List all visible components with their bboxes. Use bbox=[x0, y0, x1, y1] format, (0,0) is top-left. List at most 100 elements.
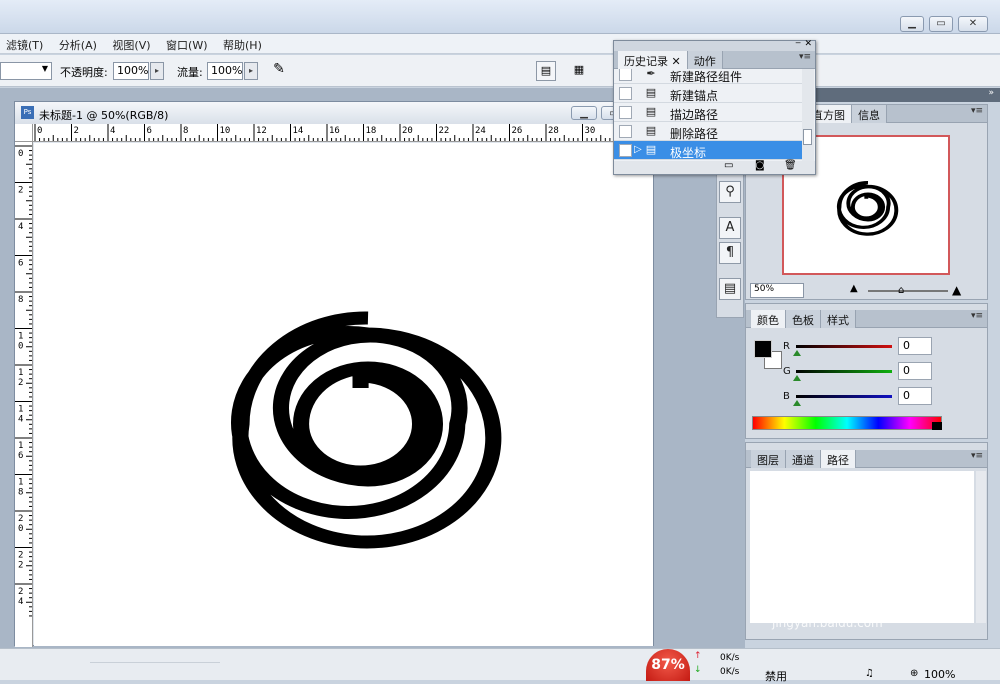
tab-paths[interactable]: 路径 bbox=[821, 450, 856, 468]
history-scrollbar[interactable] bbox=[802, 69, 814, 161]
ruler-left-label: 2 bbox=[18, 587, 23, 597]
options-bar: ▼ 不透明度: 100% ▸ 流量: 100% ▸ ✎ ▤ ▦ bbox=[0, 55, 1000, 87]
ruler-left-label: 1 bbox=[18, 478, 23, 488]
new-document-from-state-icon[interactable]: ▭ bbox=[724, 160, 733, 171]
history-snapshot-checkbox[interactable] bbox=[619, 106, 632, 119]
history-item[interactable]: ▤ 删除路径 bbox=[614, 122, 802, 141]
maximize-button[interactable]: ▭ bbox=[929, 16, 953, 32]
panel-menu-icon[interactable]: ▾≡ bbox=[799, 52, 811, 62]
status-zoom[interactable]: 100% bbox=[924, 668, 955, 681]
tab-layers[interactable]: 图层 bbox=[751, 450, 786, 468]
color-spectrum-ramp[interactable] bbox=[752, 416, 942, 430]
tab-actions[interactable]: 动作 bbox=[687, 51, 723, 69]
foreground-color-swatch[interactable] bbox=[754, 340, 772, 358]
history-state-icon: ▤ bbox=[645, 105, 657, 118]
tab-swatches[interactable]: 色板 bbox=[786, 310, 821, 328]
history-snapshot-checkbox[interactable] bbox=[619, 125, 632, 138]
collapse-dock-icon[interactable]: » bbox=[988, 88, 994, 98]
channel-b-slider[interactable] bbox=[796, 395, 892, 398]
close-button[interactable]: ✕ bbox=[958, 16, 988, 32]
history-item[interactable]: ▤ 描边路径 bbox=[614, 103, 802, 122]
channel-r-handle[interactable] bbox=[793, 350, 801, 356]
trash-icon[interactable]: 🗑 bbox=[784, 160, 797, 171]
history-item[interactable]: ✒ 新建路径组件 bbox=[614, 69, 802, 84]
flow-arrow-button[interactable]: ▸ bbox=[244, 62, 258, 80]
history-item-label: 新建路径组件 bbox=[670, 70, 743, 84]
upload-arrow-icon: ↑ bbox=[694, 651, 702, 661]
panel-close-icon[interactable]: ✕ bbox=[804, 39, 812, 49]
paragraph-icon[interactable]: ¶ bbox=[719, 242, 741, 264]
black-swatch[interactable] bbox=[932, 422, 942, 430]
ruler-left-label: 4 bbox=[18, 222, 23, 232]
ruler-top-label: 18 bbox=[366, 126, 377, 136]
airbrush-icon[interactable]: ✎ bbox=[268, 61, 290, 81]
flow-input[interactable]: 100% bbox=[207, 62, 243, 80]
menu-help[interactable]: 帮助(H) bbox=[217, 34, 268, 53]
tab-history[interactable]: 历史记录 ✕ bbox=[618, 51, 688, 69]
canvas[interactable] bbox=[34, 143, 653, 646]
channel-g-slider[interactable] bbox=[796, 370, 892, 373]
channel-g-input[interactable]: 0 bbox=[898, 362, 932, 380]
channel-r-input[interactable]: 0 bbox=[898, 337, 932, 355]
ruler-left[interactable]: 024681012141618202224 bbox=[15, 142, 33, 647]
pen-icon: ✒ bbox=[646, 69, 656, 80]
panel-menu-icon[interactable]: ▾≡ bbox=[971, 311, 983, 321]
menu-view[interactable]: 视图(V) bbox=[106, 34, 156, 53]
navigator-zoom-input[interactable]: 50% bbox=[750, 283, 804, 298]
paths-scrollbar[interactable] bbox=[976, 471, 986, 623]
history-panel-grip[interactable]: ‒ ✕ bbox=[614, 38, 815, 51]
tab-info[interactable]: 信息 bbox=[852, 105, 887, 123]
history-scrollbar-thumb[interactable] bbox=[803, 129, 812, 145]
spiral-shape bbox=[231, 311, 502, 549]
zoom-slider-handle[interactable]: ⌂ bbox=[898, 285, 904, 296]
history-snapshot-checkbox[interactable] bbox=[619, 69, 632, 81]
layer-comps-icon[interactable]: ▤ bbox=[719, 278, 741, 300]
tab-color[interactable]: 颜色 bbox=[751, 310, 786, 328]
ruler-top-label: 20 bbox=[402, 126, 413, 136]
zoom-in-icon[interactable]: ▲ bbox=[952, 283, 961, 297]
workspace-icon[interactable]: ▦ bbox=[568, 61, 590, 81]
channel-r-slider[interactable] bbox=[796, 345, 892, 348]
zoom-globe-icon[interactable]: ⊕ bbox=[910, 668, 918, 679]
ruler-top[interactable]: 0 2 4 6 8 10 12 14 16 18 20 22 24 26 28 30 bbox=[33, 124, 653, 142]
ruler-top-label: 8 bbox=[183, 126, 188, 136]
channel-b-input[interactable]: 0 bbox=[898, 387, 932, 405]
tab-styles[interactable]: 样式 bbox=[821, 310, 856, 328]
brush-preset-select[interactable]: ▼ bbox=[0, 62, 52, 80]
channel-b-handle[interactable] bbox=[793, 400, 801, 406]
zoom-slider[interactable] bbox=[868, 290, 948, 292]
menu-analysis[interactable]: 分析(A) bbox=[53, 34, 103, 53]
cpu-usage-badge[interactable]: 87% bbox=[646, 649, 690, 681]
menu-window[interactable]: 窗口(W) bbox=[160, 34, 213, 53]
doc-minimize-button[interactable]: ▁ bbox=[571, 106, 597, 120]
tab-channels[interactable]: 通道 bbox=[786, 450, 821, 468]
history-brush-source-icon[interactable]: ▷ bbox=[634, 144, 642, 155]
ruler-left-label: 2 bbox=[18, 551, 23, 561]
speaker-icon[interactable]: ♫ bbox=[865, 668, 874, 679]
history-snapshot-checkbox[interactable] bbox=[619, 144, 632, 157]
opacity-input[interactable]: 100% bbox=[113, 62, 149, 80]
menu-filter[interactable]: 滤镜(T) bbox=[0, 34, 49, 53]
new-snapshot-icon[interactable]: ◙ bbox=[755, 160, 765, 171]
history-item-selected[interactable]: ▷ ▤ 极坐标 bbox=[614, 141, 802, 160]
palette-icon[interactable]: ▤ bbox=[536, 61, 556, 81]
history-item[interactable]: ▤ 新建锚点 bbox=[614, 84, 802, 103]
panel-menu-icon[interactable]: ▾≡ bbox=[971, 451, 983, 461]
panel-minimize-icon[interactable]: ‒ bbox=[795, 38, 801, 48]
history-snapshot-checkbox[interactable] bbox=[619, 87, 632, 100]
history-state-icon: ▤ bbox=[645, 124, 657, 137]
baidu-watermark: Baidu 经验 jingyan.baidu.com bbox=[770, 576, 970, 636]
brush-preset-icon[interactable]: ⚲ bbox=[719, 181, 741, 203]
ruler-left-label: 1 bbox=[18, 368, 23, 378]
document-title-bar[interactable]: Ps 未标题-1 @ 50%(RGB/8) ▁ ▭ bbox=[15, 102, 653, 124]
character-icon[interactable]: A bbox=[719, 217, 741, 239]
channel-g-handle[interactable] bbox=[793, 375, 801, 381]
opacity-arrow-button[interactable]: ▸ bbox=[150, 62, 164, 80]
minimize-button[interactable]: ▁ bbox=[900, 16, 924, 32]
zoom-out-icon[interactable]: ▲ bbox=[850, 283, 858, 294]
ruler-left-label: 1 bbox=[18, 405, 23, 415]
layers-tabs: 图层 通道 路径 ▾≡ bbox=[746, 450, 987, 468]
ruler-top-label: 14 bbox=[293, 126, 304, 136]
ruler-origin[interactable] bbox=[15, 124, 33, 142]
panel-menu-icon[interactable]: ▾≡ bbox=[971, 106, 983, 116]
